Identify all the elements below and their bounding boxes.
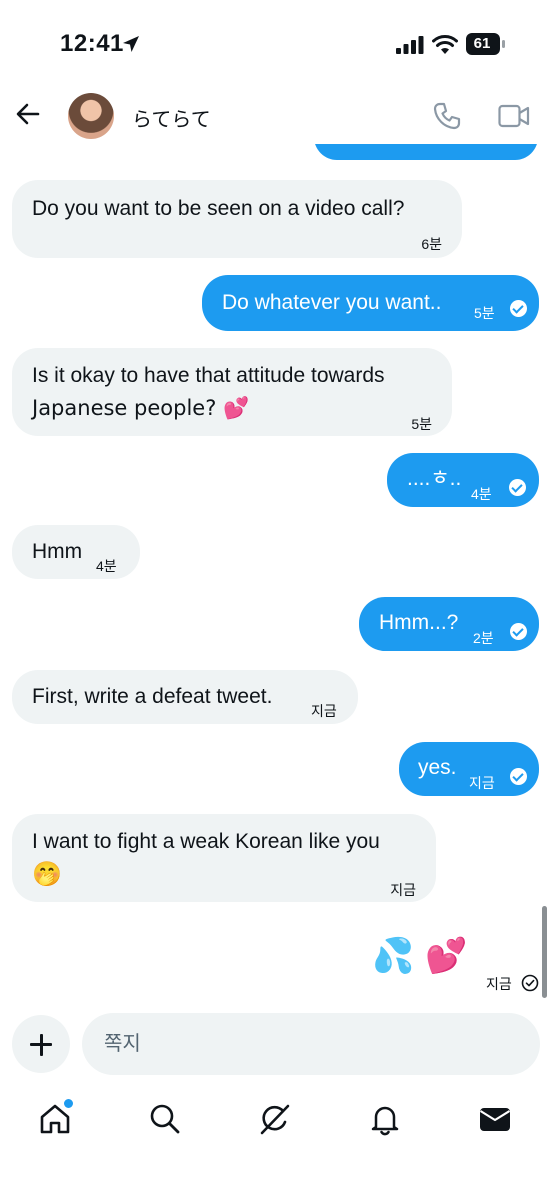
outgoing-message[interactable]: yes. 지금 (399, 742, 539, 796)
cellular-signal-icon (396, 36, 424, 54)
bottom-tab-bar (0, 1090, 552, 1150)
incoming-message[interactable]: I want to fight a weak Korean like you 🤭… (12, 814, 436, 902)
search-icon[interactable] (148, 1102, 182, 1136)
status-bar: 12:41 61 (0, 0, 552, 90)
message-time: 지금 (486, 976, 512, 992)
incoming-message[interactable]: Is it okay to have that attitude towards… (12, 348, 452, 436)
message-text: Hmm...? (379, 611, 459, 634)
message-text: Do whatever you want.. (222, 291, 442, 314)
message-list[interactable]: Do you want to be seen on a video call? … (0, 144, 552, 1006)
read-check-icon (509, 479, 526, 496)
outgoing-message[interactable]: Hmm...? 2분 (359, 597, 539, 651)
read-check-icon (510, 623, 527, 640)
grok-icon[interactable] (258, 1102, 292, 1136)
incoming-message[interactable]: Do you want to be seen on a video call? … (12, 180, 462, 258)
incoming-message[interactable]: First, write a defeat tweet. 지금 (12, 670, 358, 724)
composer (0, 1006, 552, 1084)
back-arrow-icon[interactable] (14, 100, 42, 128)
message-time: 지금 (390, 882, 416, 898)
message-text: yes. (418, 756, 457, 779)
message-text: 🤭 (32, 860, 62, 888)
contact-avatar[interactable] (68, 93, 114, 139)
battery-level: 61 (473, 35, 491, 52)
contact-name[interactable]: らてらて (132, 103, 211, 132)
message-bubble-partial (314, 144, 538, 160)
message-time: 4분 (96, 558, 117, 574)
outgoing-message[interactable]: Do whatever you want.. 5분 (202, 275, 539, 331)
location-arrow-icon (123, 36, 139, 52)
scrollbar[interactable] (542, 906, 547, 998)
message-time: 4분 (471, 486, 492, 502)
message-time: 5분 (411, 416, 432, 432)
incoming-message[interactable]: Hmm 4분 (12, 525, 140, 579)
message-text: Is it okay to have that attitude towards (32, 364, 385, 387)
conversation-header: らてらて (0, 90, 552, 144)
emoji-message[interactable]: 💦 💕 (372, 936, 467, 976)
notifications-icon[interactable] (368, 1102, 402, 1136)
status-time: 12:41 (60, 30, 124, 57)
message-time: 5분 (474, 305, 495, 321)
message-time: 지금 (311, 703, 337, 719)
unread-indicator-dot (62, 1097, 75, 1110)
sent-check-icon (521, 974, 539, 992)
message-input[interactable] (82, 1013, 540, 1075)
message-text: Do you want to be seen on a video call? (32, 197, 405, 220)
phone-icon[interactable] (432, 101, 462, 131)
video-icon[interactable] (498, 103, 530, 129)
message-time: 6분 (421, 236, 442, 252)
message-text: ....ㅎ.. (407, 467, 462, 490)
plus-icon[interactable] (12, 1015, 70, 1073)
outgoing-message[interactable]: ....ㅎ.. 4분 (387, 453, 539, 507)
message-time: 지금 (469, 775, 495, 791)
read-check-icon (510, 300, 527, 317)
wifi-icon (432, 35, 458, 54)
read-check-icon (510, 768, 527, 785)
message-text: I want to fight a weak Korean like you (32, 830, 380, 853)
message-text: Japanese people? 💕 (32, 396, 250, 420)
message-text: First, write a defeat tweet. (32, 685, 273, 708)
messages-icon[interactable] (478, 1102, 512, 1136)
message-time: 2분 (473, 630, 494, 646)
message-text: Hmm (32, 540, 83, 563)
